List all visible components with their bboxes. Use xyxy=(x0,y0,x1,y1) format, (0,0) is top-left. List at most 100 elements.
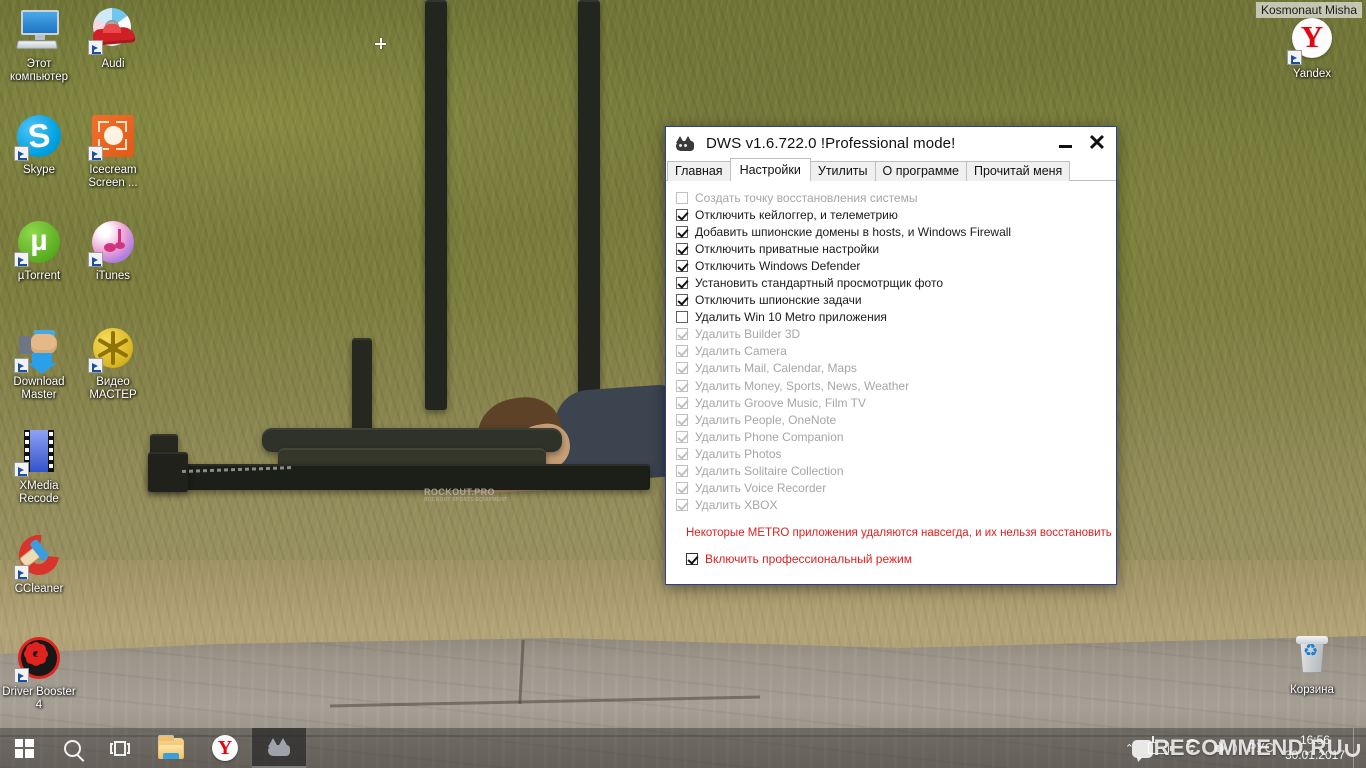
option-row[interactable]: Добавить шпионские домены в hosts, и Win… xyxy=(676,223,1116,240)
dws-cat-icon xyxy=(265,738,293,758)
option-row[interactable]: Удалить Photos xyxy=(676,445,1116,462)
option-checkbox[interactable] xyxy=(676,379,688,392)
option-row[interactable]: Удалить Win 10 Metro приложения xyxy=(676,309,1116,326)
tab-prochitay-menya[interactable]: Прочитай меня xyxy=(966,161,1071,181)
desktop-icon-itunes[interactable]: iTunes xyxy=(76,218,150,283)
window-tab-bar[interactable]: Главная Настройки Утилиты О программе Пр… xyxy=(666,158,1116,182)
option-checkbox[interactable] xyxy=(676,482,688,495)
desktop-icon-label: µTorrent xyxy=(17,270,61,282)
desktop-icon-label: Skype xyxy=(23,164,55,176)
option-row[interactable]: Удалить Camera xyxy=(676,343,1116,360)
option-checkbox[interactable] xyxy=(676,259,688,272)
option-checkbox[interactable] xyxy=(676,465,688,478)
desktop-icon-icecream-screen[interactable]: Icecream Screen ... xyxy=(76,112,150,190)
tray-network-button[interactable] xyxy=(1176,728,1208,768)
option-row[interactable]: Отключить шпионские задачи xyxy=(676,292,1116,309)
desktop[interactable]: ROCKOUT.PRO ROCKOUT SPORTS EQUIPMENT Kos… xyxy=(0,0,1366,768)
system-tray[interactable]: ⌃ РУС 16:56 30.01.2017 xyxy=(1118,728,1366,768)
desktop-icon-label: Корзина xyxy=(1290,684,1334,696)
option-checkbox[interactable] xyxy=(676,225,688,238)
option-row[interactable]: Удалить Money, Sports, News, Weather xyxy=(676,377,1116,394)
start-button[interactable] xyxy=(0,728,48,768)
option-checkbox[interactable] xyxy=(676,362,688,375)
taskbar-yandex-browser[interactable] xyxy=(198,728,252,768)
option-label: Удалить Photos xyxy=(695,446,782,461)
minimize-button[interactable] xyxy=(1050,127,1080,158)
desktop-icon-skype[interactable]: Skype xyxy=(2,112,76,177)
desktop-icon-audi[interactable]: Audi xyxy=(76,6,150,71)
desktop-icon-label: Download Master xyxy=(13,376,65,401)
option-checkbox[interactable] xyxy=(676,208,688,221)
professional-mode-checkbox[interactable] xyxy=(686,552,698,565)
option-row[interactable]: Удалить Voice Recorder xyxy=(676,480,1116,497)
desktop-icon-xmedia-recode[interactable]: XMedia Recode xyxy=(2,428,76,506)
option-row[interactable]: Удалить People, OneNote xyxy=(676,411,1116,428)
option-checkbox[interactable] xyxy=(676,413,688,426)
option-checkbox[interactable] xyxy=(676,191,688,204)
option-row[interactable]: Удалить Groove Music, Film TV xyxy=(676,394,1116,411)
desktop-icon-video-master[interactable]: Видео МАСТЕР xyxy=(76,324,150,402)
desktop-icon-label: Видео МАСТЕР xyxy=(89,376,137,401)
tray-expand-button[interactable]: ⌃ xyxy=(1118,728,1141,768)
professional-mode-row[interactable]: Включить профессиональный режим xyxy=(686,552,1116,566)
clock-time: 16:56 xyxy=(1299,733,1330,747)
desktop-icon-driver-booster[interactable]: Driver Booster 4 xyxy=(2,634,76,712)
tab-glavnaya[interactable]: Главная xyxy=(667,161,731,181)
option-checkbox[interactable] xyxy=(676,294,688,307)
option-row[interactable]: Отключить приватные настройки xyxy=(676,240,1116,257)
option-row[interactable]: Создать точку восстановления системы xyxy=(676,189,1116,206)
desktop-icon-yandex[interactable]: Yandex xyxy=(1275,16,1349,81)
taskbar[interactable]: ⌃ РУС 16:56 30.01.2017 xyxy=(0,728,1366,768)
option-checkbox[interactable] xyxy=(676,430,688,443)
clock-date: 30.01.2017 xyxy=(1284,748,1345,762)
option-row[interactable]: Удалить Builder 3D xyxy=(676,326,1116,343)
battery-charging-icon xyxy=(1148,736,1172,754)
metro-warning-text: Некоторые METRO приложения удаляются нав… xyxy=(686,526,1112,539)
option-checkbox[interactable] xyxy=(676,447,688,460)
option-row[interactable]: Отключить Windows Defender xyxy=(676,257,1116,274)
taskbar-file-explorer[interactable] xyxy=(144,728,198,768)
tab-nastroyki[interactable]: Настройки xyxy=(729,158,811,182)
option-row[interactable]: Удалить Mail, Calendar, Maps xyxy=(676,360,1116,377)
option-checkbox[interactable] xyxy=(676,328,688,341)
sled-brand-text: ROCKOUT.PRO xyxy=(424,487,495,497)
taskbar-clock[interactable]: 16:56 30.01.2017 xyxy=(1281,733,1353,763)
desktop-icon-utorrent[interactable]: µTorrent xyxy=(2,218,76,283)
tray-language-button[interactable]: РУС xyxy=(1241,728,1281,768)
window-title-bar[interactable]: DWS v1.6.722.0 !Professional mode! ✕ xyxy=(666,127,1116,160)
option-checkbox[interactable] xyxy=(676,345,688,358)
option-checkbox[interactable] xyxy=(676,396,688,409)
task-view-button[interactable] xyxy=(96,728,144,768)
tab-utility[interactable]: Утилиты xyxy=(809,161,876,181)
desktop-icon-recycle-bin[interactable]: Корзина xyxy=(1275,632,1349,697)
shortcut-arrow-icon xyxy=(88,358,103,373)
option-checkbox[interactable] xyxy=(676,242,688,255)
shortcut-arrow-icon xyxy=(14,462,29,477)
shortcut-arrow-icon xyxy=(88,40,103,55)
search-button[interactable] xyxy=(48,728,96,768)
taskbar-dws-app[interactable] xyxy=(252,728,306,768)
option-label: Удалить Voice Recorder xyxy=(695,481,827,496)
wifi-icon xyxy=(1183,739,1201,755)
option-row[interactable]: Удалить Phone Companion xyxy=(676,428,1116,445)
computer-icon xyxy=(15,6,63,54)
option-checkbox[interactable] xyxy=(676,311,688,324)
audi-game-icon xyxy=(88,6,137,55)
desktop-icon-ccleaner[interactable]: CCleaner xyxy=(2,526,76,596)
close-button[interactable]: ✕ xyxy=(1082,127,1112,158)
desktop-icon-download-master[interactable]: Download Master xyxy=(2,324,76,402)
option-checkbox[interactable] xyxy=(676,277,688,290)
option-checkbox[interactable] xyxy=(676,499,688,512)
dws-window[interactable]: DWS v1.6.722.0 !Professional mode! ✕ Гла… xyxy=(665,126,1117,585)
option-row[interactable]: Установить стандартный просмотрщик фото xyxy=(676,274,1116,291)
option-label: Отключить приватные настройки xyxy=(695,241,880,256)
option-row[interactable]: Удалить Solitaire Collection xyxy=(676,463,1116,480)
desktop-icon-label: Icecream Screen ... xyxy=(88,164,138,189)
show-desktop-button[interactable] xyxy=(1353,728,1360,768)
tab-o-programme[interactable]: О программе xyxy=(874,161,967,181)
option-row[interactable]: Отключить кейлоггер, и телеметрию xyxy=(676,206,1116,223)
tray-battery-button[interactable] xyxy=(1141,728,1176,768)
desktop-icon-this-pc[interactable]: Этот компьютер xyxy=(2,6,76,84)
tray-volume-button[interactable] xyxy=(1208,728,1241,768)
option-row[interactable]: Удалить XBOX xyxy=(676,497,1116,514)
